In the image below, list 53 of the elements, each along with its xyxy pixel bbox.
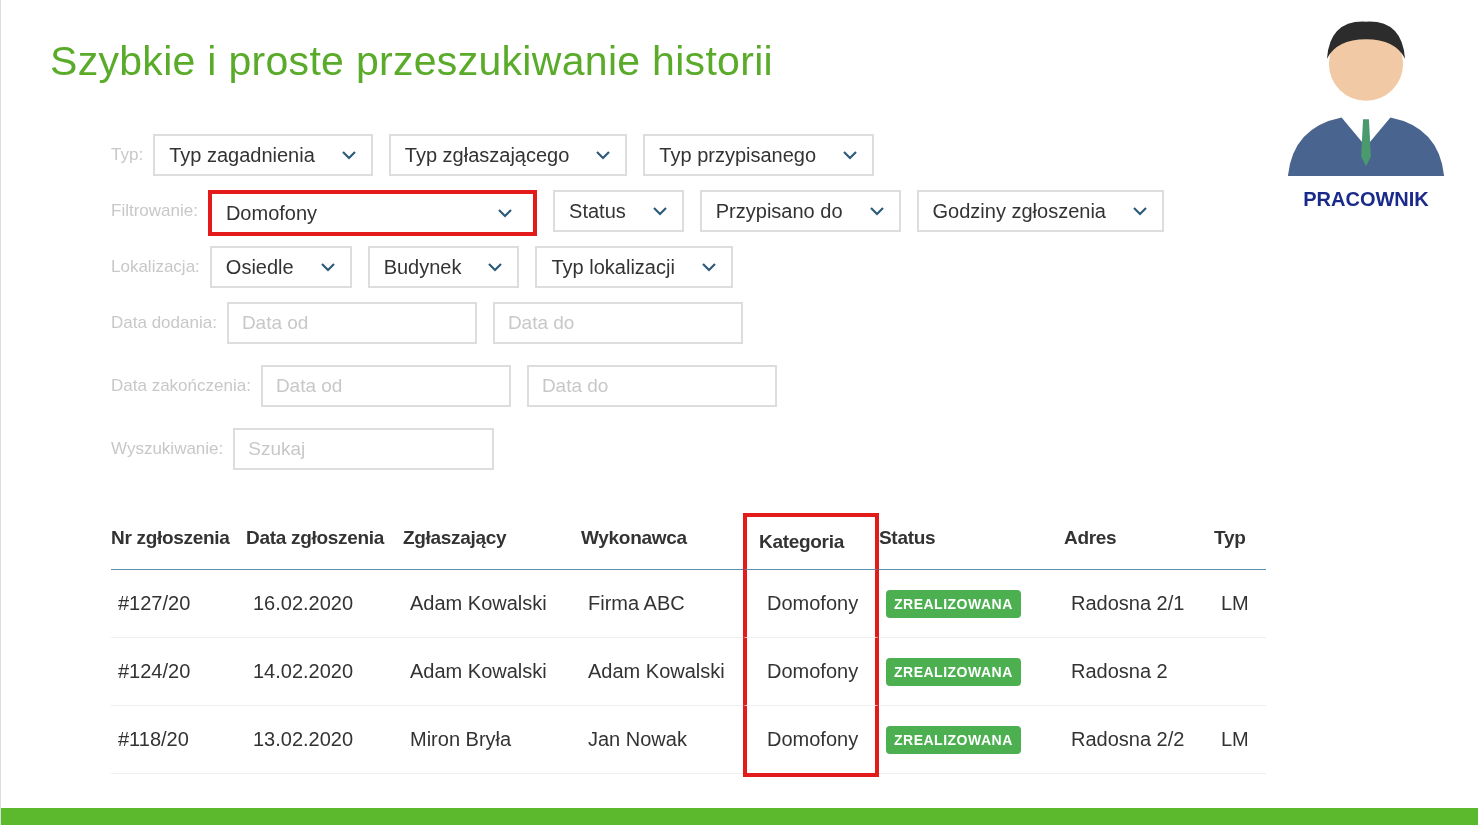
dropdown[interactable]: Typ lokalizacji [535, 246, 733, 288]
chevron-down-icon [340, 150, 357, 160]
dropdown[interactable]: Przypisano do [699, 190, 901, 232]
column-header: Zgłaszający [403, 513, 581, 570]
table-cell: Adam Kowalski [410, 660, 547, 683]
table-cell: Domofony [767, 592, 859, 615]
status-badge: ZREALIZOWANA [886, 725, 1021, 754]
table-cell: #127/20 [118, 592, 191, 615]
status-badge: ZREALIZOWANA [886, 657, 1021, 686]
column-header: Typ [1214, 513, 1266, 570]
chevron-down-icon [319, 262, 336, 272]
column-header: Adres [1064, 513, 1214, 570]
table-cell: 14.02.2020 [253, 660, 354, 683]
table-cell: Firma ABC [588, 592, 685, 615]
chevron-down-icon [700, 262, 717, 272]
column-header: Kategoria [743, 513, 879, 570]
dropdown[interactable]: Domofony [207, 190, 538, 236]
table-cell: #124/20 [118, 660, 191, 683]
table-cell: Adam Kowalski [588, 660, 725, 683]
chevron-down-icon [1131, 206, 1148, 216]
user-label: PRACOWNIK [1303, 188, 1429, 211]
dropdown[interactable]: Godziny zgłoszenia [916, 190, 1164, 232]
column-header: Data zgłoszenia [246, 513, 403, 570]
dropdown[interactable]: Osiedle [209, 246, 352, 288]
table-cell: Domofony [767, 660, 859, 683]
table-cell: LM [1221, 728, 1249, 751]
table-cell: Radosna 2/2 [1071, 728, 1185, 751]
chevron-down-icon [842, 150, 859, 160]
chevron-down-icon [595, 150, 612, 160]
column-header: Nr zgłoszenia [111, 513, 246, 570]
table-cell: Miron Bryła [410, 728, 512, 751]
status-badge: ZREALIZOWANA [886, 589, 1021, 618]
column-header: Wykonawca [581, 513, 743, 570]
chevron-down-icon [487, 262, 504, 272]
chevron-down-icon [868, 206, 885, 216]
page-title: Szybkie i proste przeszukiwanie historii [50, 38, 774, 85]
column-header: Status [879, 513, 1064, 570]
dropdown[interactable]: Typ przypisanego [643, 134, 875, 176]
table-cell: #118/20 [118, 728, 189, 751]
table-cell: Jan Nowak [588, 728, 687, 751]
table-cell: Radosna 2/1 [1071, 592, 1185, 615]
dropdown[interactable]: Typ zagadnienia [153, 134, 373, 176]
table-cell: Adam Kowalski [410, 592, 547, 615]
table-cell: Radosna 2 [1071, 660, 1168, 683]
dropdown[interactable]: Typ zgłaszającego [388, 134, 628, 176]
table-cell: LM [1221, 592, 1249, 615]
chevron-down-icon [651, 206, 668, 216]
table-cell: Domofony [767, 728, 859, 751]
dropdown[interactable]: Status [553, 190, 684, 232]
table-cell: 16.02.2020 [253, 592, 354, 615]
dropdown[interactable]: Budynek [367, 246, 520, 288]
table-cell: 13.02.2020 [253, 728, 354, 751]
chevron-down-icon [497, 208, 514, 218]
